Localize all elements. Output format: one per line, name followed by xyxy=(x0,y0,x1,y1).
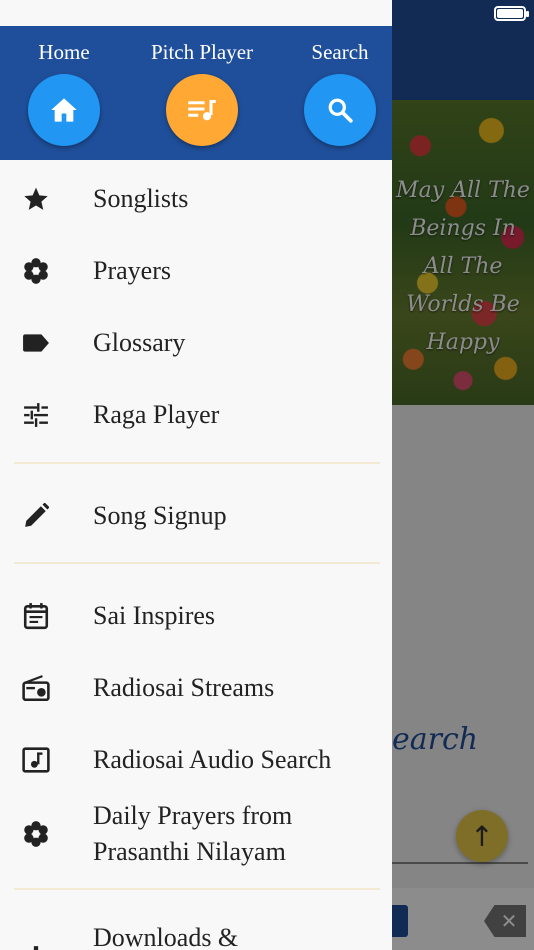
drawer-header: Home Pitch Player Search xyxy=(0,26,392,160)
music-note-box-icon xyxy=(20,724,52,796)
pencil-icon xyxy=(20,480,52,552)
flower-icon xyxy=(20,793,52,875)
menu-divider xyxy=(14,888,380,890)
menu-divider xyxy=(14,562,380,564)
search-button[interactable]: Search xyxy=(270,26,392,160)
star-icon xyxy=(20,163,52,235)
menu-item-label: Song Signup xyxy=(93,501,227,530)
home-icon xyxy=(51,98,77,122)
status-bar xyxy=(0,0,534,26)
menu-item-label: Sai Inspires xyxy=(93,601,216,630)
menu-item-sai-inspires[interactable]: Sai Inspires xyxy=(0,580,392,652)
menu-item-raga-player[interactable]: Raga Player xyxy=(0,379,392,451)
calendar-note-icon xyxy=(20,580,52,652)
queue-music-icon xyxy=(188,100,216,121)
menu-item-label: Glossary xyxy=(93,328,186,357)
menu-item-radiosai-audio-search[interactable]: Radiosai Audio Search xyxy=(0,724,392,796)
pitch-player-button[interactable]: Pitch Player xyxy=(132,26,272,160)
battery-icon xyxy=(494,6,529,21)
search-icon xyxy=(328,98,353,123)
flower-icon xyxy=(20,235,52,307)
tune-sliders-icon xyxy=(20,379,52,451)
drawer-scrim[interactable] xyxy=(392,0,534,950)
pitch-player-icon-button[interactable] xyxy=(166,74,238,146)
menu-item-downloads[interactable]: Downloads & xyxy=(0,902,392,950)
menu-item-radiosai-streams[interactable]: Radiosai Streams xyxy=(0,652,392,724)
radio-icon xyxy=(20,652,52,724)
menu-item-label: Raga Player xyxy=(93,400,220,429)
search-label: Search xyxy=(311,40,369,64)
navigation-drawer: Home Pitch Player Search Songlists Praye… xyxy=(0,0,392,950)
menu-divider xyxy=(14,462,380,464)
menu-item-glossary[interactable]: Glossary xyxy=(0,307,392,379)
home-button[interactable]: Home xyxy=(0,26,134,160)
menu-item-songlists[interactable]: Songlists xyxy=(0,163,392,235)
menu-item-daily-prayers[interactable]: Daily Prayers from Prasanthi Nilayam xyxy=(0,793,392,875)
pitch-player-label: Pitch Player xyxy=(150,40,254,64)
download-icon xyxy=(20,902,52,950)
search-icon-button[interactable] xyxy=(304,74,376,146)
menu-item-song-signup[interactable]: Song Signup xyxy=(0,480,392,552)
menu-item-label: Songlists xyxy=(93,184,189,213)
home-label: Home xyxy=(38,40,90,64)
label-tag-icon xyxy=(20,307,52,379)
menu-item-label: Daily Prayers from Prasanthi Nilayam xyxy=(93,801,293,866)
menu-item-prayers[interactable]: Prayers xyxy=(0,235,392,307)
menu-item-label: Radiosai Streams xyxy=(93,673,275,702)
menu-item-label: Prayers xyxy=(93,256,171,285)
menu-item-label: Radiosai Audio Search xyxy=(93,745,332,774)
menu-item-label: Downloads & xyxy=(93,923,239,950)
home-icon-button[interactable] xyxy=(28,74,100,146)
